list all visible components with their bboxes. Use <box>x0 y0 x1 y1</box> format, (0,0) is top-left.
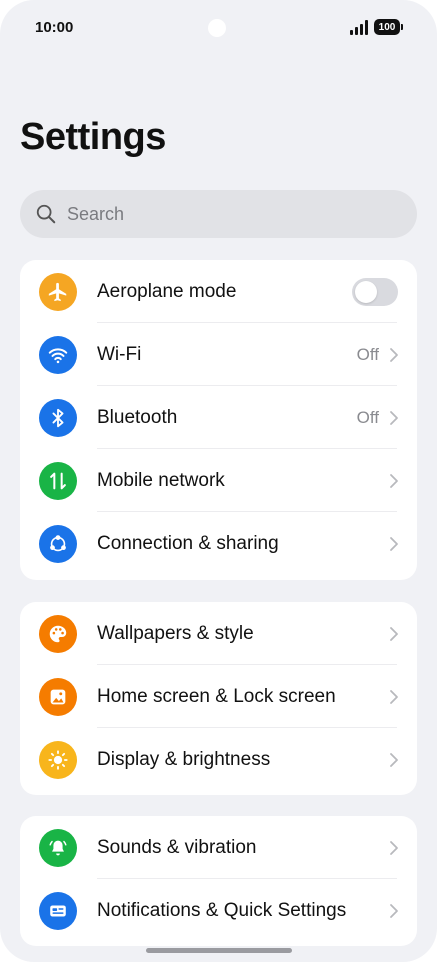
signal-icon <box>350 20 370 35</box>
home-screen-icon <box>39 677 77 716</box>
notification-icon <box>39 891 77 930</box>
row-label: Sounds & vibration <box>97 836 257 858</box>
row-home-lock-screen[interactable]: Home screen & Lock screen <box>20 665 417 728</box>
row-label: Home screen & Lock screen <box>97 685 336 707</box>
page-title: Settings <box>20 116 166 158</box>
row-label: Wi-Fi <box>97 343 142 365</box>
search-icon <box>36 204 56 224</box>
row-label: Notifications & Quick Settings <box>97 899 347 921</box>
wifi-status: Off <box>356 344 379 364</box>
row-mobile-network[interactable]: Mobile network <box>20 449 417 512</box>
chevron-right-icon <box>390 840 398 855</box>
row-connection-sharing[interactable]: Connection & sharing <box>20 512 417 575</box>
status-time: 10:00 <box>35 19 74 36</box>
settings-screen: 10:00 100 Settings Search Aeroplane mode <box>0 0 437 962</box>
palette-icon <box>39 614 77 653</box>
share-icon <box>39 524 77 563</box>
battery-icon: 100 <box>374 19 403 35</box>
chevron-right-icon <box>390 689 398 704</box>
chevron-right-icon <box>390 347 398 362</box>
chevron-right-icon <box>390 410 398 425</box>
chevron-right-icon <box>390 626 398 641</box>
bell-icon <box>39 828 77 867</box>
aeroplane-mode-toggle[interactable] <box>352 277 398 306</box>
row-label: Mobile network <box>97 469 225 491</box>
search-bar[interactable]: Search <box>20 190 417 238</box>
mobile-data-icon <box>39 461 77 500</box>
row-display-brightness[interactable]: Display & brightness <box>20 728 417 791</box>
row-label: Display & brightness <box>97 748 271 770</box>
wifi-icon <box>39 335 77 374</box>
row-label: Bluetooth <box>97 406 178 428</box>
row-notifications-quick-settings[interactable]: Notifications & Quick Settings <box>20 879 417 942</box>
row-wifi[interactable]: Wi-Fi Off <box>20 323 417 386</box>
chevron-right-icon <box>390 536 398 551</box>
chevron-right-icon <box>390 473 398 488</box>
row-label: Aeroplane mode <box>97 280 237 302</box>
airplane-icon <box>39 272 77 311</box>
settings-group-connectivity: Aeroplane mode Wi-Fi Off Bluetooth Off M… <box>20 260 417 580</box>
row-wallpapers-style[interactable]: Wallpapers & style <box>20 602 417 665</box>
settings-group-notifications: Sounds & vibration Notifications & Quick… <box>20 816 417 946</box>
row-aeroplane-mode[interactable]: Aeroplane mode <box>20 260 417 323</box>
sun-icon <box>39 740 77 779</box>
home-indicator[interactable] <box>146 948 292 953</box>
row-label: Connection & sharing <box>97 532 279 554</box>
search-placeholder: Search <box>67 203 125 224</box>
chevron-right-icon <box>390 752 398 767</box>
front-camera <box>208 19 226 37</box>
row-sounds-vibration[interactable]: Sounds & vibration <box>20 816 417 879</box>
row-label: Wallpapers & style <box>97 622 254 644</box>
settings-group-personalization: Wallpapers & style Home screen & Lock sc… <box>20 602 417 795</box>
bluetooth-icon <box>39 398 77 437</box>
bluetooth-status: Off <box>356 407 379 427</box>
chevron-right-icon <box>390 903 398 918</box>
status-bar: 10:00 100 <box>0 0 437 56</box>
row-bluetooth[interactable]: Bluetooth Off <box>20 386 417 449</box>
